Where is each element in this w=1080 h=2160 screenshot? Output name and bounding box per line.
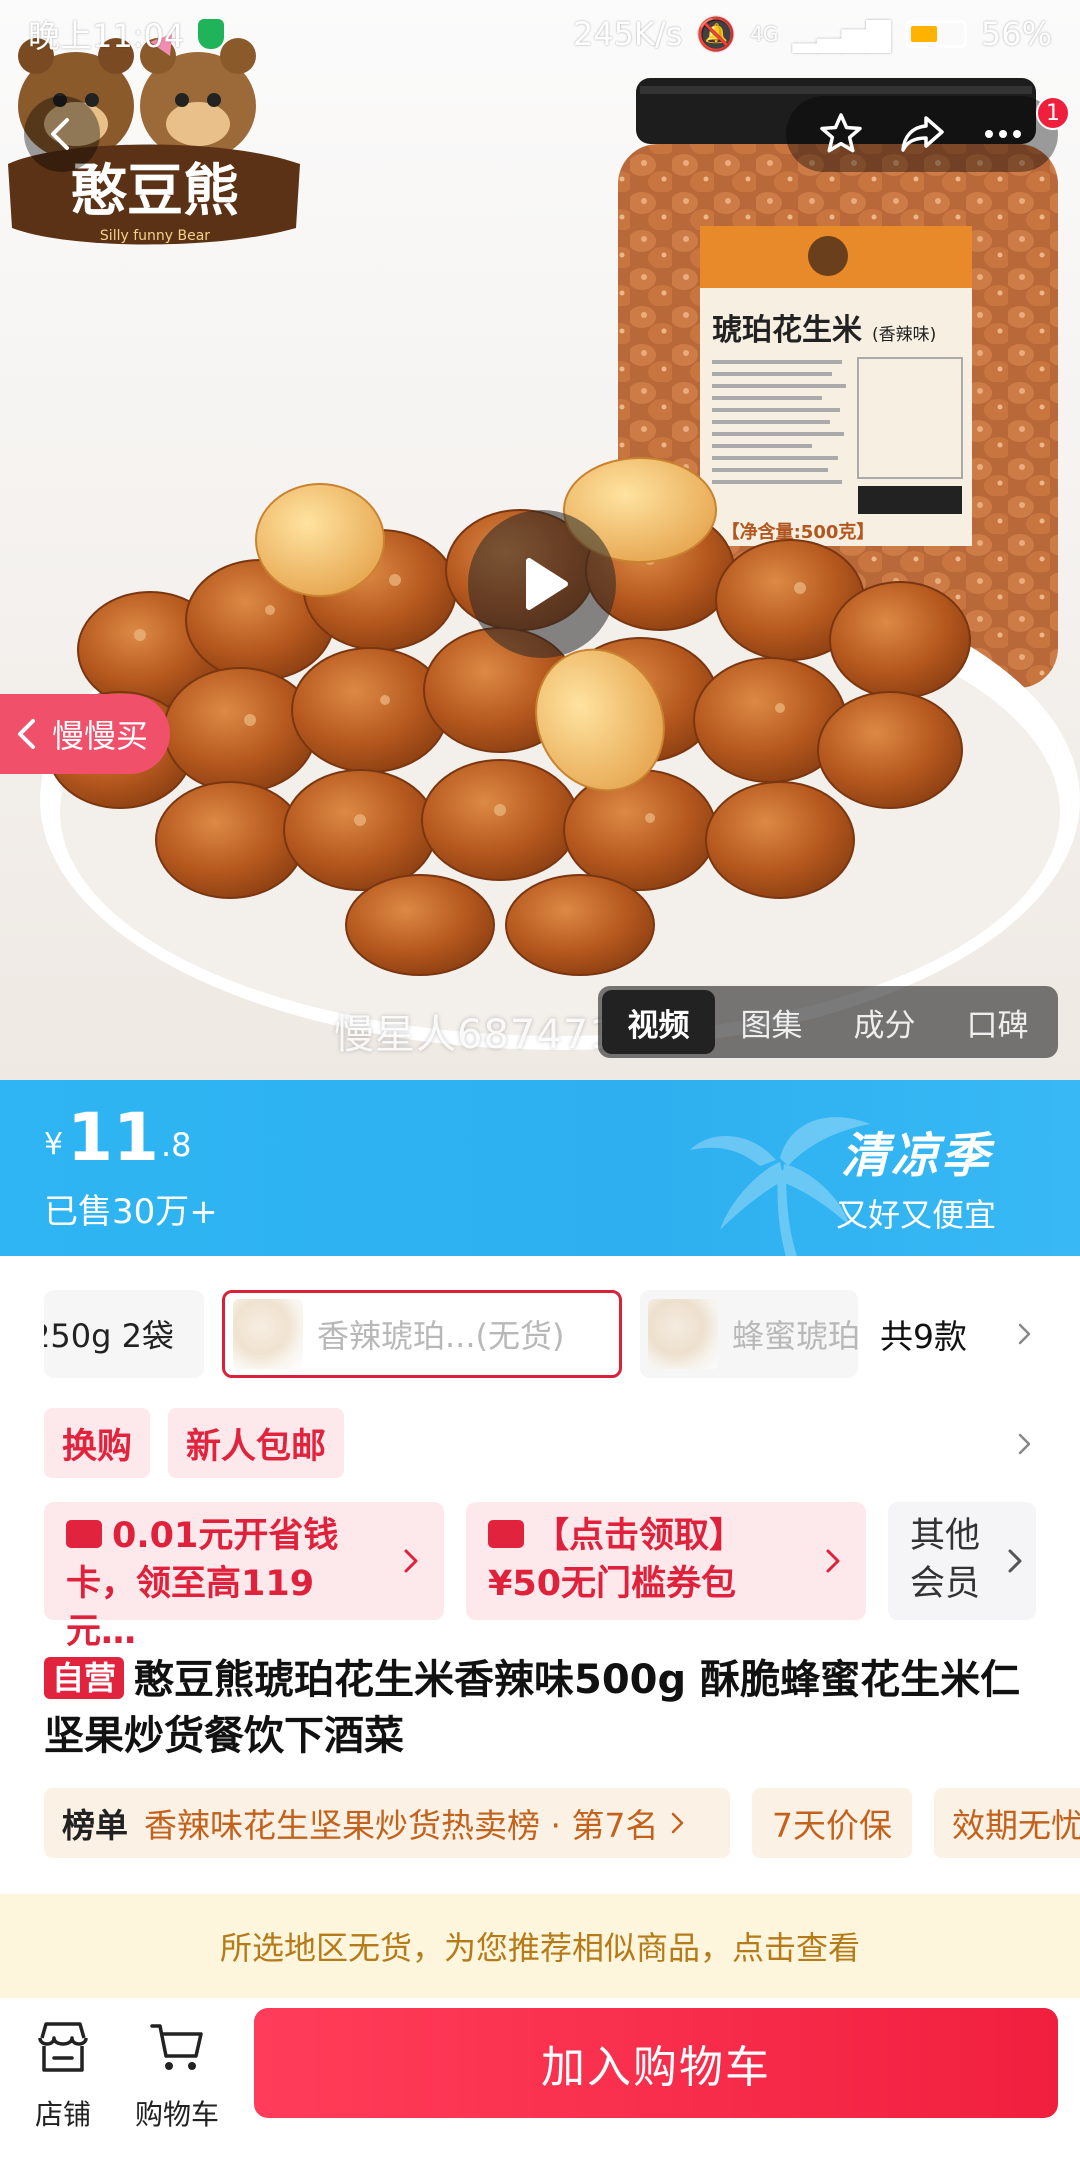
ranking-label: 榜单: [62, 1806, 128, 1845]
status-bar: 晚上11:04 245K/s 🔕 4G ▂▃▅▇ 56%: [0, 0, 1080, 68]
slow-buy-label: 慢慢买: [52, 717, 149, 755]
play-icon: [526, 558, 568, 610]
jar-label-flavor: (香辣味): [872, 325, 936, 345]
media-tabs: 视频 图集 成分 口碑: [598, 986, 1058, 1058]
network-speed: 245K/s: [572, 15, 683, 53]
back-arrow-icon: [51, 118, 69, 150]
card-icon: [66, 1520, 102, 1548]
battery-icon: [904, 20, 967, 48]
slow-buy-plugin-button[interactable]: 慢慢买: [0, 694, 170, 774]
chevron-left-icon: [18, 719, 35, 749]
bottom-action-bar: 店铺 购物车 加入购物车: [0, 1998, 1080, 2160]
status-time: 晚上11:04: [28, 17, 185, 55]
self-operated-badge: 自营: [44, 1657, 125, 1699]
chevron-right-icon: [826, 1549, 840, 1573]
sku-selector: 250g 2袋 香辣琥珀...(无货) 蜂蜜琥珀 共9款: [0, 1290, 1080, 1378]
coupon-icon: [488, 1520, 524, 1548]
top-action-bar: [786, 96, 1058, 172]
currency-symbol: ¥: [44, 1127, 64, 1162]
price-decimal: .8: [160, 1126, 192, 1164]
more-dots-icon: [985, 130, 1022, 138]
coupon-line1: 其他: [910, 1516, 981, 1556]
coupon-line1: 0.01元开省钱: [112, 1516, 339, 1556]
price-banner: ¥ 11 .8 已售30万+ 清凉季 又好又便宜: [0, 1080, 1080, 1256]
chevron-right-icon: [404, 1549, 418, 1573]
ranking-badge[interactable]: 榜单 香辣味花生坚果炒货热卖榜 · 第7名: [44, 1788, 730, 1858]
other-membership[interactable]: 其他 会员: [888, 1502, 1036, 1620]
price-integer: 11: [67, 1099, 159, 1176]
chevron-right-icon: [672, 1812, 684, 1834]
promo-tag-new-user-free-shipping[interactable]: 新人包邮: [168, 1408, 345, 1478]
sku-thumbnail: [648, 1299, 718, 1369]
tab-gallery[interactable]: 图集: [715, 990, 828, 1054]
season-promo[interactable]: 清凉季 又好又便宜: [836, 1116, 996, 1236]
price-protection-tag[interactable]: 7天价保: [752, 1788, 912, 1858]
price: ¥ 11 .8: [44, 1098, 191, 1178]
add-to-cart-button[interactable]: 加入购物车: [254, 2008, 1058, 2118]
coupon-line1: 【点击领取】: [534, 1516, 745, 1556]
rank-row: 榜单 香辣味花生坚果炒货热卖榜 · 第7名 7天价保 效期无忧: [44, 1788, 1080, 1858]
share-button[interactable]: [894, 106, 950, 162]
sku-option[interactable]: 250g 2袋: [44, 1290, 204, 1378]
product-title: 自营 憨豆熊琥珀花生米香辣味500g 酥脆蜂蜜花生米仁坚果炒货餐饮下酒菜: [44, 1652, 1044, 1764]
product-hero-media[interactable]: 晚上11:04 245K/s 🔕 4G ▂▃▅▇ 56% 憨豆熊 Silly f…: [0, 0, 1080, 1080]
share-icon: [901, 116, 944, 152]
product-detail-page: 晚上11:04 245K/s 🔕 4G ▂▃▅▇ 56% 憨豆熊 Silly f…: [0, 0, 1080, 2160]
cart-label: 购物车: [134, 2098, 219, 2131]
chevron-right-icon[interactable]: [1012, 1432, 1036, 1456]
chevron-right-icon[interactable]: [1012, 1322, 1036, 1346]
sku-option-label: 蜂蜜琥珀: [732, 1317, 858, 1355]
promo-tags: 换购 新人包邮: [44, 1408, 345, 1478]
battery-percent: 56%: [980, 15, 1052, 53]
brand-logo-text: 憨豆熊: [71, 159, 239, 224]
play-video-button[interactable]: [468, 510, 616, 658]
sku-thumbnail: [233, 1299, 303, 1369]
coupon-line2: 会员: [910, 1564, 981, 1604]
sold-count: 已售30万+: [44, 1192, 218, 1232]
out-of-stock-notice[interactable]: 所选地区无货，为您推荐相似商品，点击查看: [0, 1894, 1080, 1998]
more-button[interactable]: [975, 106, 1031, 162]
sku-option-selected[interactable]: 香辣琥珀...(无货): [222, 1290, 622, 1378]
cart-icon: [150, 2024, 203, 2070]
product-title-text: 憨豆熊琥珀花生米香辣味500g 酥脆蜂蜜花生米仁坚果炒货餐饮下酒菜: [44, 1657, 1021, 1759]
cart-button[interactable]: 购物车: [122, 2016, 232, 2133]
coupon-line2: ¥50无门槛券包: [488, 1564, 737, 1604]
chevron-right-icon: [1008, 1549, 1022, 1573]
sku-count[interactable]: 共9款: [880, 1290, 967, 1378]
sku-option-label: 香辣琥珀...(无货): [317, 1317, 565, 1355]
ranking-text: 香辣味花生坚果炒货热卖榜 · 第7名: [144, 1806, 659, 1845]
sku-count-label: 共9款: [880, 1317, 967, 1356]
coupon-line2: 卡，领至高119元…: [66, 1564, 315, 1652]
coupon-pack[interactable]: 【点击领取】 ¥50无门槛券包: [466, 1502, 866, 1620]
season-subtitle: 又好又便宜: [835, 1196, 996, 1234]
network-type: 4G: [750, 22, 779, 46]
signal-icon: ▂▃▅▇: [792, 15, 891, 53]
store-label: 店铺: [34, 2098, 91, 2131]
back-button[interactable]: [24, 96, 100, 172]
security-shield-icon: [198, 19, 225, 49]
season-title: 清凉季: [840, 1128, 991, 1184]
tab-reviews[interactable]: 口碑: [941, 990, 1054, 1054]
promo-tag-exchange[interactable]: 换购: [44, 1408, 151, 1478]
store-button[interactable]: 店铺: [8, 2016, 118, 2133]
coupon-saver-card[interactable]: 0.01元开省钱 卡，领至高119元…: [44, 1502, 444, 1652]
message-count-badge: 1: [1036, 96, 1070, 130]
sku-option[interactable]: 蜂蜜琥珀: [640, 1290, 858, 1378]
star-icon: [819, 113, 862, 153]
tab-ingredients[interactable]: 成分: [828, 990, 941, 1054]
expiry-guarantee-tag[interactable]: 效期无忧: [934, 1788, 1080, 1858]
favorite-button[interactable]: [813, 106, 869, 162]
store-icon: [38, 2022, 88, 2072]
tab-video[interactable]: 视频: [602, 990, 715, 1054]
mute-icon: 🔕: [696, 15, 737, 53]
sku-option-label: 250g 2袋: [44, 1317, 174, 1355]
jar-label-title: 琥珀花生米: [712, 313, 862, 348]
brand-logo-subtext: Silly funny Bear: [100, 228, 210, 244]
